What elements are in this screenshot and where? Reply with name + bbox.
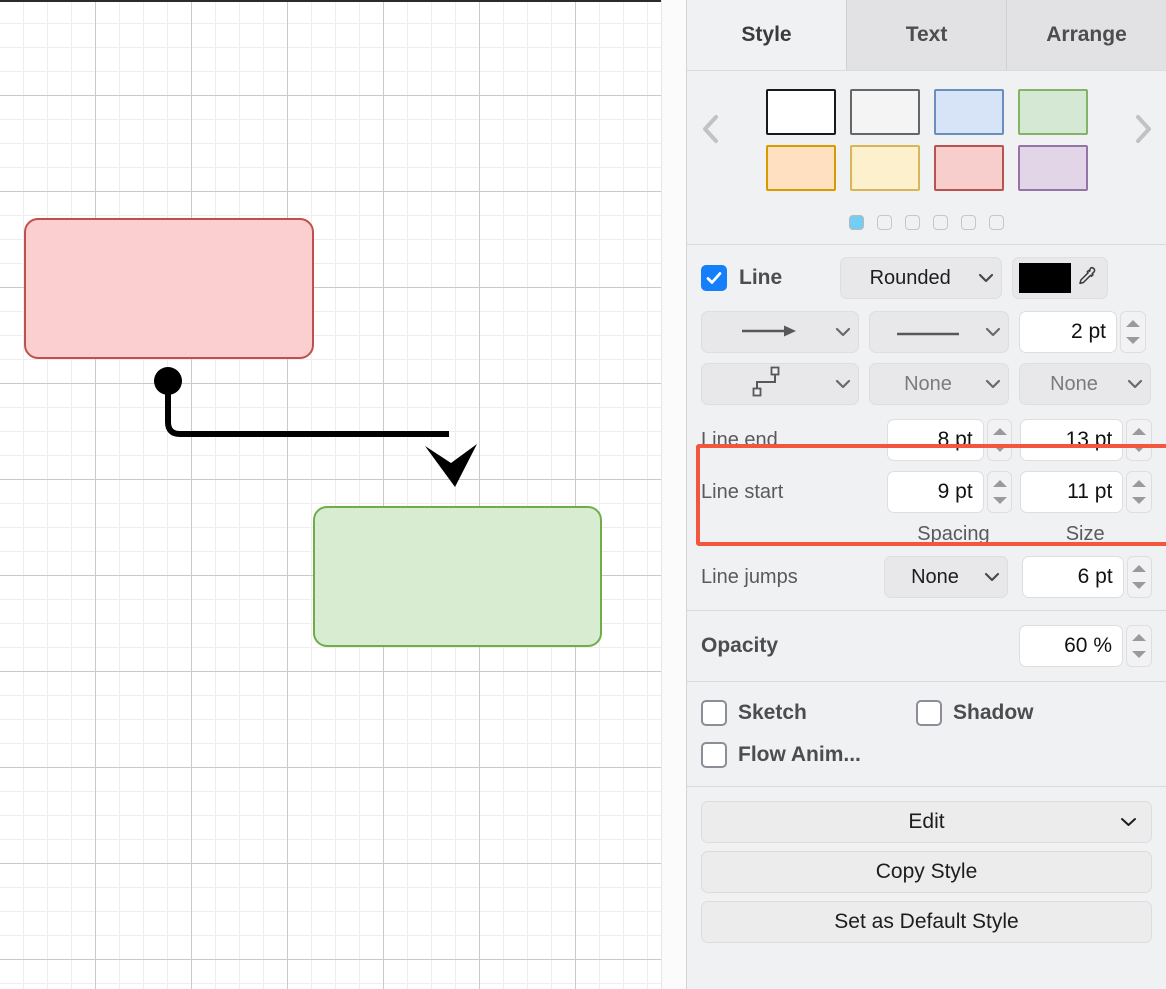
line-color-button[interactable]: [1012, 257, 1108, 299]
line-start-spacing-input[interactable]: 9 pt: [887, 471, 984, 513]
line-style-value: Rounded: [841, 267, 971, 290]
chevron-down-icon: [978, 327, 1008, 337]
shadow-label: Shadow: [953, 701, 1034, 725]
palette-prev-button[interactable]: [687, 113, 733, 167]
line-jumps-size-stepper[interactable]: [1127, 556, 1152, 598]
line-label: Line: [739, 266, 782, 290]
line-perimeter-dropdown[interactable]: None: [1019, 363, 1151, 405]
line-style-dropdown[interactable]: Rounded: [840, 257, 1002, 299]
palette-pagination: [687, 215, 1166, 230]
line-width-input[interactable]: 2 pt: [1019, 311, 1117, 353]
flow-animation-checkbox[interactable]: [701, 742, 727, 768]
line-end-size-stepper[interactable]: [1126, 419, 1152, 461]
line-perimeter-value: None: [1020, 373, 1120, 396]
palette-dot-3[interactable]: [905, 215, 920, 230]
solid-line-icon: [870, 321, 978, 344]
line-color-swatch: [1019, 263, 1071, 293]
line-jumps-dropdown[interactable]: None: [884, 556, 1008, 598]
connector-end-arrow-marker: [425, 444, 477, 487]
size-column-header: Size: [1018, 523, 1152, 546]
swatch-orange[interactable]: [766, 145, 836, 191]
sketch-checkbox[interactable]: [701, 700, 727, 726]
spacing-column-header: Spacing: [889, 523, 1019, 546]
shadow-checkbox[interactable]: [916, 700, 942, 726]
set-default-style-button[interactable]: Set as Default Style: [701, 901, 1152, 943]
opacity-stepper[interactable]: [1126, 625, 1152, 667]
line-start-label: Line start: [701, 481, 887, 504]
sketch-label: Sketch: [738, 701, 916, 725]
format-panel: Style Text Arrange: [686, 0, 1166, 989]
style-palette: [687, 71, 1166, 201]
line-width-stepper[interactable]: [1120, 311, 1146, 353]
copy-style-button[interactable]: Copy Style: [701, 851, 1152, 893]
swatch-gray[interactable]: [850, 89, 920, 135]
line-end-label: Line end: [701, 429, 887, 452]
line-end-spacing-stepper[interactable]: [987, 419, 1013, 461]
line-start-size-stepper[interactable]: [1126, 471, 1152, 513]
swatch-yellow[interactable]: [850, 145, 920, 191]
actions-section: Edit Copy Style Set as Default Style: [687, 787, 1166, 963]
tab-text[interactable]: Text: [847, 0, 1007, 70]
copy-style-label: Copy Style: [876, 860, 978, 884]
palette-dot-5[interactable]: [961, 215, 976, 230]
chevron-down-icon: [828, 327, 858, 337]
swatch-white[interactable]: [766, 89, 836, 135]
panel-tabs: Style Text Arrange: [687, 0, 1166, 70]
line-fill-value: None: [870, 373, 978, 396]
chevron-down-icon: [1120, 379, 1150, 389]
line-fill-dropdown[interactable]: None: [869, 363, 1009, 405]
elbow-connector[interactable]: [0, 0, 686, 989]
swatch-blue[interactable]: [934, 89, 1004, 135]
eyedropper-icon[interactable]: [1075, 265, 1097, 292]
line-jumps-value: None: [885, 566, 977, 589]
arrow-right-icon: [702, 321, 828, 344]
line-start-size-input[interactable]: 11 pt: [1020, 471, 1123, 513]
line-stroke-style-dropdown[interactable]: [869, 311, 1009, 353]
swatch-grid: [733, 89, 1120, 191]
line-end-marker-dropdown[interactable]: [701, 311, 859, 353]
canvas-right-gutter: [661, 0, 686, 989]
opacity-section: Opacity 60 %: [687, 611, 1166, 681]
line-checkbox[interactable]: [701, 265, 727, 291]
swatch-purple[interactable]: [1018, 145, 1088, 191]
line-section: Line Rounded: [687, 245, 1166, 610]
line-start-spacing-stepper[interactable]: [987, 471, 1013, 513]
chevron-down-icon: [828, 379, 858, 389]
chevron-down-icon: [977, 572, 1007, 582]
line-end-spacing-input[interactable]: 8 pt: [887, 419, 984, 461]
swatch-red[interactable]: [934, 145, 1004, 191]
effects-section: Sketch Shadow Flow Anim...: [687, 682, 1166, 786]
elbow-waypoint-icon: [702, 364, 828, 404]
set-default-style-label: Set as Default Style: [834, 910, 1018, 934]
edit-button-label: Edit: [908, 810, 944, 834]
connector-start-oval-marker: [154, 367, 182, 395]
palette-next-button[interactable]: [1120, 113, 1166, 167]
line-jumps-size-input[interactable]: 6 pt: [1022, 556, 1123, 598]
waypoint-style-dropdown[interactable]: [701, 363, 859, 405]
palette-dot-4[interactable]: [933, 215, 948, 230]
line-end-size-input[interactable]: 13 pt: [1020, 419, 1123, 461]
diagram-canvas[interactable]: [0, 0, 686, 989]
palette-dot-1[interactable]: [849, 215, 864, 230]
chevron-down-icon: [1120, 817, 1137, 827]
tab-style[interactable]: Style: [687, 0, 847, 70]
opacity-label: Opacity: [701, 634, 1019, 658]
palette-dot-2[interactable]: [877, 215, 892, 230]
flow-animation-label: Flow Anim...: [738, 743, 861, 767]
opacity-input[interactable]: 60 %: [1019, 625, 1123, 667]
chevron-down-icon: [978, 379, 1008, 389]
swatch-green[interactable]: [1018, 89, 1088, 135]
edit-button[interactable]: Edit: [701, 801, 1152, 843]
chevron-down-icon: [971, 273, 1001, 283]
line-jumps-label: Line jumps: [701, 566, 884, 589]
tab-arrange[interactable]: Arrange: [1007, 0, 1166, 70]
palette-dot-6[interactable]: [989, 215, 1004, 230]
